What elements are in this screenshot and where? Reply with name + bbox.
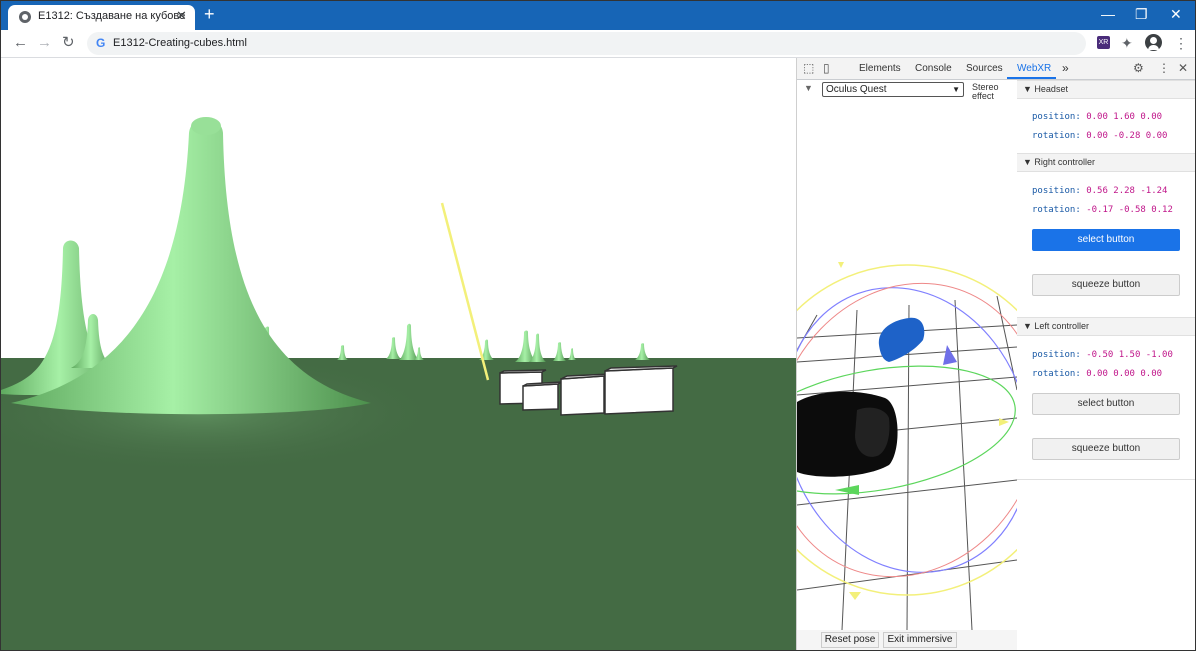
webxr-extension-icon[interactable]: XR [1097,36,1110,49]
cube [522,383,559,411]
address-bar[interactable]: G E1312-Creating-cubes.html [87,32,1086,55]
collapse-triangle-icon[interactable]: ▼ [804,83,813,93]
emulator-3d-scene[interactable] [797,100,1017,630]
gizmo-arrow [838,262,844,268]
kv-value[interactable]: -0.50 1.50 -1.00 [1086,350,1173,360]
emulator-scene-svg[interactable] [797,100,1017,630]
tab-webxr[interactable]: WebXR [1017,63,1051,74]
tab-console[interactable]: Console [915,63,952,74]
emulator-footer: Reset pose Exit immersive [797,630,1017,650]
more-tabs-icon[interactable]: » [1062,61,1069,75]
xr-emulator-view: ▼ Oculus Quest ▼ Stereo effect Reset pos… [797,80,1017,650]
left-select-button[interactable]: select button [1032,393,1180,415]
kv-label: position: [1032,186,1081,196]
right-select-button[interactable]: select button [1032,229,1180,251]
sky [1,58,796,358]
kv-value[interactable]: 0.00 0.00 0.00 [1086,369,1162,379]
page-viewport[interactable] [1,58,796,651]
collapse-triangle-icon: ▼ [1023,157,1035,167]
section-title: Left controller [1034,321,1089,331]
back-button[interactable]: ← [13,35,28,51]
device-toolbar-icon[interactable]: ▯ [823,61,830,75]
webgl-scene[interactable] [1,58,796,651]
left-controller-position[interactable]: position: -0.50 1.50 -1.00 [1032,350,1173,360]
right-controller-position[interactable]: position: 0.56 2.28 -1.24 [1032,186,1167,196]
profile-avatar[interactable] [1145,34,1162,51]
close-devtools-icon[interactable]: ✕ [1178,61,1188,75]
section-title: Headset [1034,84,1068,94]
close-window-button[interactable]: ✕ [1170,5,1182,23]
device-select[interactable]: Oculus Quest ▼ [822,82,964,97]
browser-tab[interactable]: E1312: Създаване на кубове ✕ [8,5,195,30]
new-tab-button[interactable]: + [204,4,215,24]
reload-button[interactable]: ↻ [62,35,75,51]
gear-icon[interactable]: ⚙ [1133,61,1144,75]
chevron-down-icon: ▼ [952,85,960,94]
cube [604,367,674,415]
collapse-triangle-icon: ▼ [1023,321,1035,331]
active-tab-indicator [1007,77,1056,79]
forward-button[interactable]: → [37,35,52,51]
headset-section-header[interactable]: ▼ Headset [1017,80,1195,99]
extensions-icon[interactable]: ✦ [1121,35,1133,52]
left-controller-section-header[interactable]: ▼ Left controller [1017,317,1195,336]
gizmo-arrow [943,345,957,365]
title-bar: E1312: Създаване на кубове ✕ + — ❐ ✕ [1,1,1195,30]
url-text: E1312-Creating-cubes.html [113,37,247,49]
headset-position[interactable]: position: 0.00 1.60 0.00 [1032,112,1162,122]
right-squeeze-button[interactable]: squeeze button [1032,274,1180,296]
globe-icon [19,11,31,23]
google-icon: G [96,36,106,50]
left-controller-rotation[interactable]: rotation: 0.00 0.00 0.00 [1032,369,1162,379]
kv-label: position: [1032,112,1081,122]
kv-value[interactable]: 0.00 -0.28 0.00 [1086,131,1167,141]
stereo-effect-checkbox[interactable]: Stereo effect [972,83,1012,101]
tab-close-icon[interactable]: ✕ [176,8,187,24]
right-controller-section-header[interactable]: ▼ Right controller [1017,153,1195,172]
gizmo-arrow [849,592,861,600]
chrome-menu-icon[interactable]: ⋮ [1174,35,1188,52]
minimize-button[interactable]: — [1101,5,1115,23]
emulator-toolbar: ▼ Oculus Quest ▼ Stereo effect [797,80,1017,101]
devtools-panel: ⬚ ▯ Elements Console Sources WebXR » ⚙ ⋮… [796,58,1195,650]
browser-window: E1312: Създаване на кубове ✕ + — ❐ ✕ ← →… [0,0,1196,651]
cube [560,375,605,416]
kv-value[interactable]: 0.56 2.28 -1.24 [1086,186,1167,196]
kv-label: rotation: [1032,131,1081,141]
kv-label: rotation: [1032,369,1081,379]
kv-label: rotation: [1032,205,1081,215]
headset-rotation[interactable]: rotation: 0.00 -0.28 0.00 [1032,131,1167,141]
devtools-menu-icon[interactable]: ⋮ [1158,61,1170,75]
device-select-value: Oculus Quest [826,84,887,95]
tab-sources[interactable]: Sources [966,63,1003,74]
kv-label: position: [1032,350,1081,360]
left-squeeze-button[interactable]: squeeze button [1032,438,1180,460]
xr-controls-panel: ▼ Headset position: 0.00 1.60 0.00 rotat… [1017,80,1195,650]
kv-value[interactable]: 0.00 1.60 0.00 [1086,112,1162,122]
spike-tip [191,117,221,135]
right-controller-rotation[interactable]: rotation: -0.17 -0.58 0.12 [1032,205,1173,215]
reset-pose-button[interactable]: Reset pose [821,632,879,648]
section-title: Right controller [1034,157,1095,167]
inspect-element-icon[interactable]: ⬚ [803,61,814,75]
maximize-button[interactable]: ❐ [1135,5,1148,23]
collapse-triangle-icon: ▼ [1023,84,1035,94]
kv-value[interactable]: -0.17 -0.58 0.12 [1086,205,1173,215]
browser-toolbar: ← → ↻ G E1312-Creating-cubes.html XR ✦ ⋮ [1,30,1195,58]
exit-immersive-button[interactable]: Exit immersive [883,632,957,648]
tab-title: E1312: Създаване на кубове [38,10,186,22]
devtools-tab-bar: ⬚ ▯ Elements Console Sources WebXR » ⚙ ⋮… [797,58,1195,80]
tab-elements[interactable]: Elements [859,63,901,74]
section-divider [1017,479,1195,480]
right-controller-model[interactable] [878,317,925,362]
